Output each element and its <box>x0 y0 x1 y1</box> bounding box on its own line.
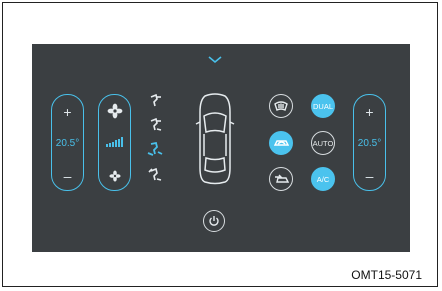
airflow-defrost-feet-icon[interactable] <box>148 168 162 182</box>
power-icon <box>209 216 219 226</box>
right-temp-decrease-button[interactable]: – <box>354 169 385 183</box>
fresh-air-icon <box>274 174 289 183</box>
auto-button[interactable]: AUTO <box>311 131 335 155</box>
fan-low-icon[interactable] <box>109 170 121 182</box>
right-temp-increase-button[interactable]: + <box>354 105 385 119</box>
left-temperature-control: + 20.5° – <box>51 94 84 191</box>
left-temp-value: 20.5° <box>55 138 80 149</box>
ac-button[interactable]: A/C <box>311 167 335 191</box>
fan-speed-control <box>98 94 131 191</box>
airflow-feet-icon[interactable] <box>147 142 163 156</box>
left-temp-increase-button[interactable]: + <box>52 105 83 119</box>
auto-label: AUTO <box>312 138 334 148</box>
right-temp-value: 20.5° <box>357 138 382 149</box>
figure-code: OMT15-5071 <box>351 268 422 282</box>
ac-label: A/C <box>316 174 330 184</box>
fan-high-icon[interactable] <box>107 103 123 119</box>
climate-control-panel: + 20.5° – DUAL AUTO A/C + 20.5° – <box>32 44 410 252</box>
windshield-defrost-button[interactable] <box>269 94 293 118</box>
power-button[interactable] <box>203 210 225 232</box>
left-temp-decrease-button[interactable]: – <box>52 169 83 183</box>
dual-label: DUAL <box>312 101 333 111</box>
recirculation-icon <box>273 140 289 146</box>
dual-button[interactable]: DUAL <box>311 94 335 118</box>
airflow-face-feet-icon[interactable] <box>148 118 162 132</box>
windshield-defrost-icon <box>274 101 288 111</box>
airflow-face-icon[interactable] <box>148 94 162 108</box>
fan-speed-level-icon <box>106 137 123 147</box>
car-top-view-icon <box>195 93 235 185</box>
right-temperature-control: + 20.5° – <box>353 94 386 191</box>
recirculation-button[interactable] <box>269 131 293 155</box>
chevron-down-icon[interactable] <box>208 56 222 64</box>
fresh-air-button[interactable] <box>269 167 293 191</box>
